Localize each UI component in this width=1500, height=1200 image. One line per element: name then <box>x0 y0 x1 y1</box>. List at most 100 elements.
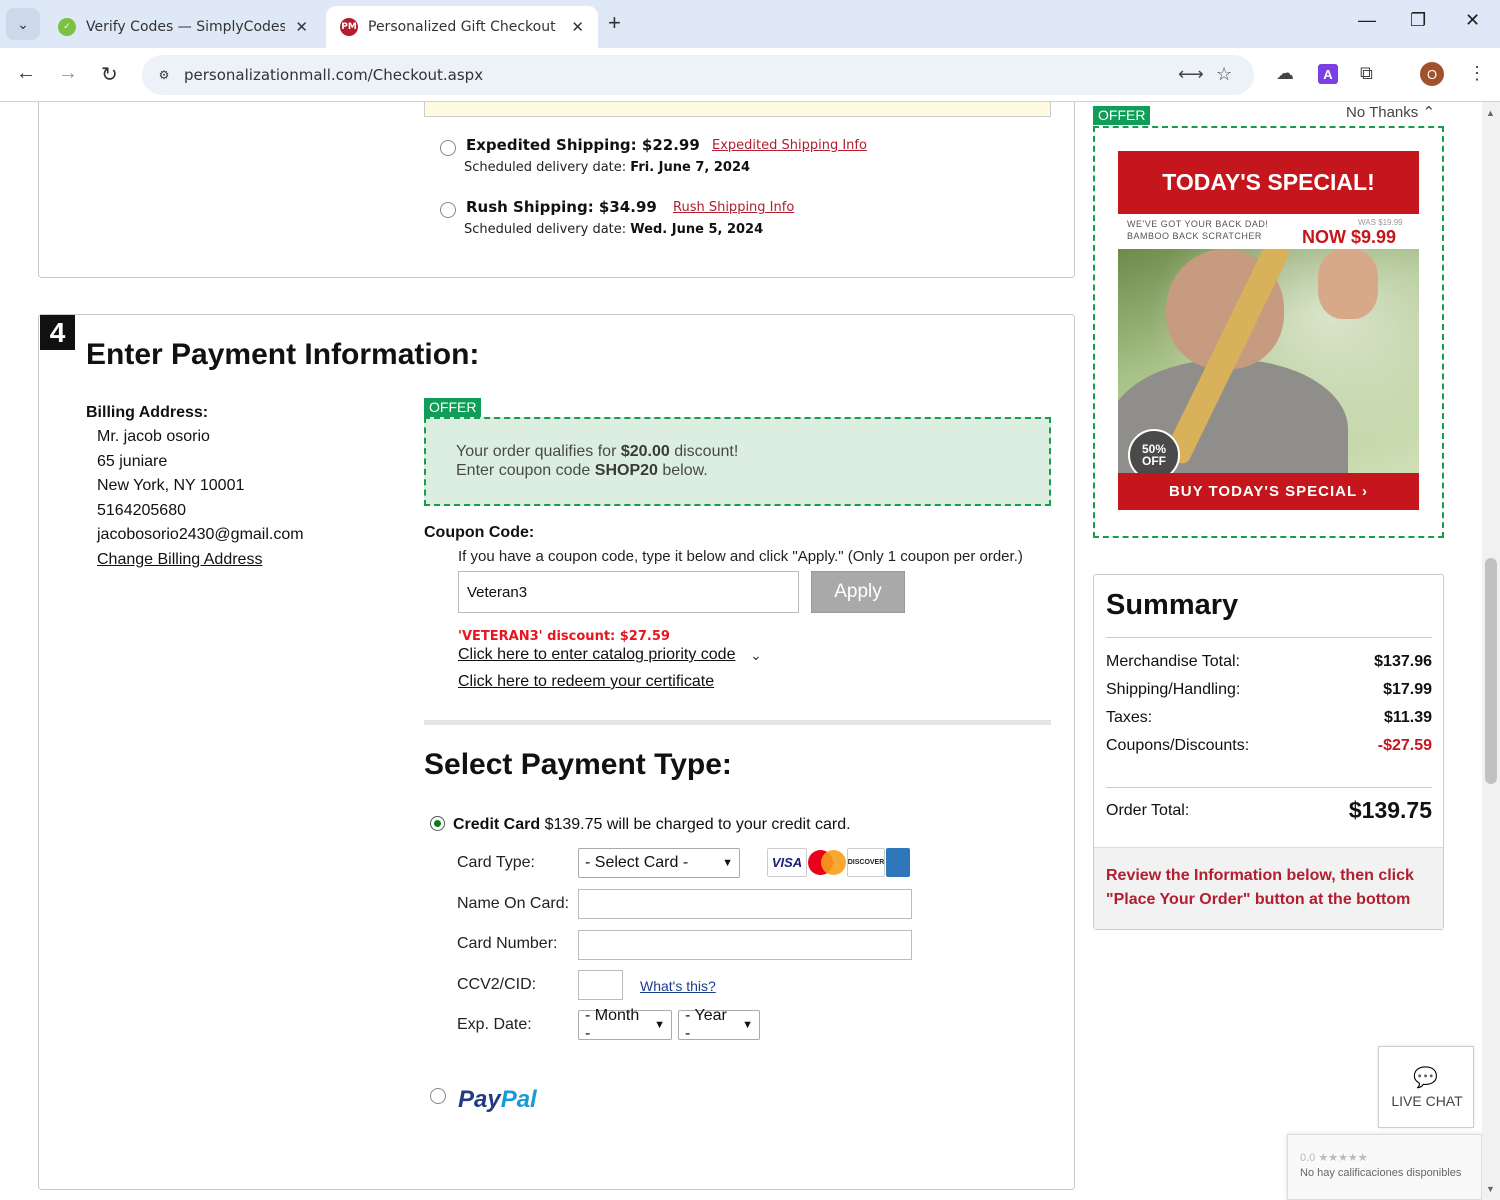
profile-avatar[interactable]: O <box>1420 62 1444 86</box>
forward-icon[interactable]: → <box>58 62 78 85</box>
summary-title: Summary <box>1106 589 1239 621</box>
order-summary: Summary Merchandise Total: $137.96 Shippi… <box>1093 574 1444 930</box>
card-type-select[interactable]: - Select Card - ▼ <box>578 848 740 878</box>
delivery-date: Scheduled delivery date: Wed. June 5, 20… <box>464 222 763 237</box>
billing-name: Mr. jacob osorio <box>97 428 210 445</box>
review-notice: Review the Information below, then click… <box>1094 847 1443 929</box>
offer-text: Your order qualifies for <box>456 443 621 460</box>
personalizationmall-favicon-icon: PM <box>340 18 358 36</box>
address-bar-row: ← → ↻ ⚙ personalizationmall.com/Checkout… <box>0 48 1500 102</box>
shipping-option-label: Expedited Shipping: $22.99 <box>466 136 700 154</box>
shipping-option-label: Rush Shipping: $34.99 <box>466 198 657 216</box>
billing-street: 65 juniare <box>97 453 168 470</box>
summary-label: Coupons/Discounts: <box>1106 737 1250 754</box>
site-info-icon[interactable]: ⚙ <box>152 63 176 87</box>
bookmark-star-icon[interactable]: ☆ <box>1216 64 1232 85</box>
exp-year-select[interactable]: - Year - ▼ <box>678 1007 760 1042</box>
offer-text: discount! <box>669 443 739 460</box>
card-number-input[interactable] <box>578 930 912 960</box>
back-icon[interactable]: ← <box>16 62 36 85</box>
menu-kebab-icon[interactable]: ⋮ <box>1468 63 1486 84</box>
summary-value: $137.96 <box>1374 653 1432 670</box>
coupon-input[interactable] <box>458 571 799 613</box>
summary-value: $17.99 <box>1383 681 1432 698</box>
chevron-down-icon: ▼ <box>654 1019 665 1031</box>
close-window-icon[interactable]: ✕ <box>1465 10 1480 31</box>
todays-special-ad[interactable]: TODAY'S SPECIAL! WE'VE GOT YOUR BACK DAD… <box>1118 151 1419 510</box>
live-chat-label: LIVE CHAT <box>1391 1093 1463 1109</box>
step-number: 4 <box>40 315 75 350</box>
amex-logo-icon <box>886 848 910 877</box>
offer-line-2: Enter coupon code SHOP20 below. <box>456 462 708 480</box>
change-billing-link[interactable]: Change Billing Address <box>97 551 262 569</box>
coupon-title: Coupon Code: <box>424 524 535 541</box>
paypal-logo-icon[interactable]: PayPal <box>458 1086 537 1114</box>
review-line: Review the Information below, then click <box>1106 867 1414 884</box>
minimize-icon[interactable]: — <box>1358 10 1376 31</box>
tab-simplycodes[interactable]: ✓ Verify Codes — SimplyCodes ✕ <box>44 6 322 48</box>
card-type-label: Card Type: <box>457 854 535 871</box>
discount-badge: 50% OFF <box>1128 429 1180 473</box>
offer-tag: OFFER <box>424 398 482 417</box>
scroll-down-icon[interactable]: ▼ <box>1486 1184 1495 1194</box>
rating-stars: 0.0 ★★★★★ <box>1300 1152 1368 1164</box>
special-offer-tag: OFFER <box>1093 106 1151 125</box>
paypal-text: Pal <box>500 1086 537 1113</box>
tab-search-button[interactable]: ⌄ <box>6 8 40 40</box>
live-chat-button[interactable]: 💬 LIVE CHAT <box>1378 1046 1474 1128</box>
rush-radio[interactable] <box>440 202 456 218</box>
card-type-value: - Select Card - <box>585 854 689 871</box>
credit-card-label[interactable]: Credit Card $139.75 will be charged to y… <box>453 816 851 834</box>
name-on-card-input[interactable] <box>578 889 912 919</box>
scroll-thumb[interactable] <box>1485 558 1497 784</box>
paypal-radio[interactable] <box>430 1088 446 1104</box>
paypal-text: Pay <box>458 1086 501 1113</box>
extension-a-icon[interactable]: A <box>1318 64 1338 84</box>
credit-card-radio[interactable] <box>430 816 445 831</box>
offer-amount: $20.00 <box>620 443 670 460</box>
ad-subtitle: WE'VE GOT YOUR BACK DAD! <box>1127 219 1269 229</box>
ad-was-price: WAS $19.99 <box>1358 218 1403 227</box>
apply-coupon-button[interactable]: Apply <box>811 571 905 613</box>
page-scrollbar[interactable]: ▲ ▼ <box>1482 102 1500 1200</box>
close-tab-icon[interactable]: ✕ <box>295 18 308 36</box>
mastercard-logo-icon <box>808 848 846 877</box>
close-tab-icon[interactable]: ✕ <box>571 18 584 36</box>
delivery-date-value: Wed. June 5, 2024 <box>630 222 764 237</box>
restore-icon[interactable]: ❐ <box>1410 10 1426 31</box>
chevron-down-icon[interactable]: ⌄ <box>750 647 762 664</box>
no-thanks-button[interactable]: No Thanks ⌃ <box>1346 103 1435 121</box>
buy-special-button[interactable]: BUY TODAY'S SPECIAL › <box>1118 473 1419 510</box>
expedited-info-link[interactable]: Expedited Shipping Info <box>712 138 867 153</box>
coupon-help-text: If you have a coupon code, type it below… <box>458 548 1023 565</box>
cvv-input[interactable] <box>578 970 623 1000</box>
summary-label: Merchandise Total: <box>1106 653 1240 670</box>
url-text[interactable]: personalizationmall.com/Checkout.aspx <box>184 66 483 84</box>
tab-personalization-mall[interactable]: PM Personalized Gift Checkout | Pe ✕ <box>326 6 598 48</box>
delivery-date-value: Fri. June 7, 2024 <box>630 160 751 175</box>
extensions-puzzle-icon[interactable]: ⧉ <box>1360 63 1373 84</box>
rush-info-link[interactable]: Rush Shipping Info <box>673 200 794 215</box>
checkout-page: Expedited Shipping: $22.99 Expedited Shi… <box>0 102 1482 1200</box>
divider <box>1106 787 1432 788</box>
reload-icon[interactable]: ↻ <box>101 62 118 87</box>
chevron-down-icon: ▼ <box>742 1019 753 1031</box>
redeem-certificate-link[interactable]: Click here to redeem your certificate <box>458 673 714 691</box>
exp-month-select[interactable]: - Month - ▼ <box>578 1007 672 1042</box>
card-logos: VISA DISCOVER <box>767 848 910 877</box>
whats-this-link[interactable]: What's this? <box>640 978 716 994</box>
chevron-down-icon: ▼ <box>722 857 733 869</box>
delivery-date-prefix: Scheduled delivery date: <box>464 160 627 175</box>
catalog-code-link[interactable]: Click here to enter catalog priority cod… <box>458 646 735 664</box>
omnibox[interactable]: ⚙ personalizationmall.com/Checkout.aspx … <box>142 55 1254 95</box>
delivery-date: Scheduled delivery date: Fri. June 7, 20… <box>464 160 750 175</box>
translate-icon[interactable]: ⟷ <box>1178 64 1204 85</box>
expedited-radio[interactable] <box>440 140 456 156</box>
ad-now-price: NOW $9.99 <box>1302 227 1397 247</box>
scroll-up-icon[interactable]: ▲ <box>1486 108 1495 118</box>
new-tab-icon[interactable]: + <box>608 10 621 36</box>
section-title: Enter Payment Information: <box>86 338 480 371</box>
summary-value: -$27.59 <box>1377 737 1432 754</box>
extension-icon[interactable]: ☁ <box>1276 63 1294 84</box>
billing-title: Billing Address: <box>86 404 209 421</box>
